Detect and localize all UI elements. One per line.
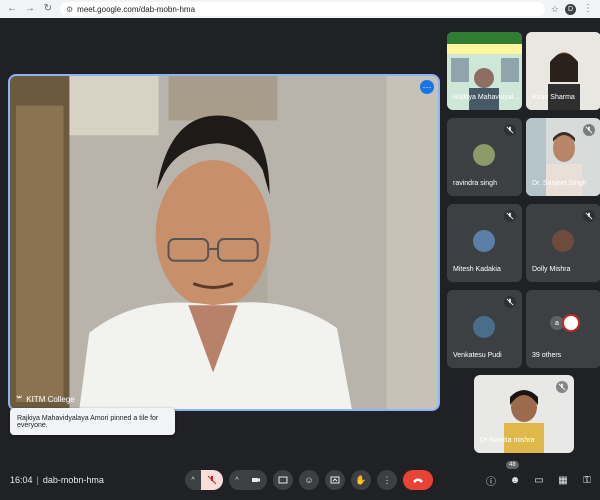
hand-icon: ✋ xyxy=(355,474,367,485)
browser-toolbar: ← → ↻ ⚙ meet.google.com/dab-mobn-hma ☆ D… xyxy=(0,0,600,18)
participant-tile[interactable]: Rajkiya Mahavidyal... xyxy=(447,32,522,110)
microphone-off-button[interactable] xyxy=(201,470,223,490)
more-options-button[interactable]: ⋮ xyxy=(377,470,397,490)
participant-tile[interactable]: ravindra singh xyxy=(447,118,522,196)
participant-tile[interactable]: Venkatesu Pudi xyxy=(447,290,522,368)
browser-menu-icon[interactable]: ⋮ xyxy=(582,3,594,15)
mic-off-icon xyxy=(504,124,516,136)
host-controls-icon[interactable]: ⚿ xyxy=(580,473,594,487)
main-participant-name: ꒳ KITM College xyxy=(16,395,75,405)
mic-off-icon xyxy=(583,210,595,222)
participant-tile[interactable]: Dr. Sanjeet Singh xyxy=(526,118,600,196)
leave-call-button[interactable] xyxy=(403,470,433,490)
captions-icon xyxy=(278,476,288,484)
meeting-time: 16:04 xyxy=(10,475,33,485)
avatar xyxy=(473,144,495,166)
back-icon[interactable]: ← xyxy=(6,3,18,15)
camera-options-chevron-icon[interactable]: ^ xyxy=(229,470,245,490)
meeting-info: 16:04 | dab-mobn-hma xyxy=(10,475,104,485)
forward-icon[interactable]: → xyxy=(24,3,36,15)
side-panel-controls: ⓘ 48 ☻ ▭ ▦ ⚿ xyxy=(484,461,594,488)
present-screen-button[interactable] xyxy=(325,470,345,490)
pin-icon: ꒳ xyxy=(16,396,23,405)
reload-icon[interactable]: ↻ xyxy=(42,3,54,15)
present-icon xyxy=(330,476,340,484)
participant-tile[interactable]: Mitesh Kadakia xyxy=(447,204,522,282)
mic-off-icon xyxy=(583,124,595,136)
call-controls: ^ ^ ☺ ✋ ⋮ xyxy=(185,470,433,490)
camera-button[interactable] xyxy=(245,470,267,490)
activities-icon[interactable]: ▦ xyxy=(556,473,570,487)
profile-avatar[interactable]: D xyxy=(565,3,576,15)
raise-hand-button[interactable]: ✋ xyxy=(351,470,371,490)
emoji-icon: ☺ xyxy=(304,475,314,485)
site-info-icon[interactable]: ⚙ xyxy=(66,5,73,14)
meeting-controls-bar: 16:04 | dab-mobn-hma ^ ^ ☺ ✋ ⋮ ⓘ 48 ☻ ▭ … xyxy=(0,460,600,500)
more-vert-icon: ⋮ xyxy=(382,474,392,485)
bookmark-star-icon[interactable]: ☆ xyxy=(551,4,559,15)
camera-icon xyxy=(252,478,260,482)
avatar xyxy=(562,314,580,332)
main-video-feed xyxy=(10,76,438,409)
meet-stage: ⋯ ꒳ KITM College Rajkiya Mahavidyalaya A… xyxy=(0,18,600,500)
mic-off-icon xyxy=(556,381,568,393)
more-options-icon[interactable]: ⋯ xyxy=(420,80,434,94)
meeting-info-separator: | xyxy=(36,475,39,485)
self-view-tile[interactable]: Dr Namita mishra xyxy=(474,375,574,453)
participant-tile[interactable]: Kiran Sharma xyxy=(526,32,600,110)
others-tile[interactable]: a 39 others xyxy=(526,290,600,368)
chat-icon[interactable]: ▭ xyxy=(532,473,546,487)
mic-off-icon xyxy=(504,296,516,308)
main-video-tile[interactable]: ⋯ ꒳ KITM College xyxy=(8,74,440,411)
hang-up-icon xyxy=(413,478,423,483)
meeting-details-icon[interactable]: ⓘ xyxy=(484,473,498,488)
participant-count-badge: 48 xyxy=(506,461,519,469)
emoji-reactions-button[interactable]: ☺ xyxy=(299,470,319,490)
pin-notification-toast: Rajkiya Mahavidyalaya Amori pinned a til… xyxy=(10,408,175,435)
avatar xyxy=(473,316,495,338)
mic-off-icon xyxy=(207,475,217,485)
people-icon[interactable]: 48 ☻ xyxy=(506,461,522,487)
avatar xyxy=(473,230,495,252)
mic-off-icon xyxy=(504,210,516,222)
url-text: meet.google.com/dab-mobn-hma xyxy=(77,4,196,14)
address-bar[interactable]: ⚙ meet.google.com/dab-mobn-hma xyxy=(60,2,545,16)
participant-tile[interactable]: Dolly Mishra xyxy=(526,204,600,282)
mic-options-chevron-icon[interactable]: ^ xyxy=(185,470,201,490)
avatar xyxy=(552,230,574,252)
meeting-code: dab-mobn-hma xyxy=(42,475,104,485)
captions-button[interactable] xyxy=(273,470,293,490)
